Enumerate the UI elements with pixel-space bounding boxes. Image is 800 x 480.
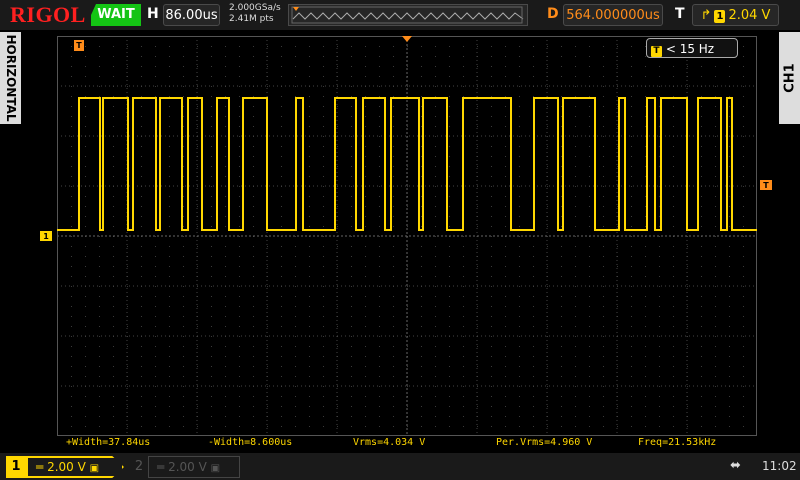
trigger-settings[interactable]: ↱ 1 2.04 V — [692, 4, 779, 26]
sample-rate: 2.000GSa/s — [229, 3, 281, 13]
ch1-offset-marker-icon[interactable]: 1 — [40, 231, 52, 241]
frequency-counter[interactable]: T < 15 Hz — [646, 38, 738, 58]
channel-tab-label: CH1 — [782, 63, 797, 93]
trigger-level: 2.04 V — [728, 8, 771, 23]
trigger-icon: T — [651, 46, 662, 57]
horizontal-menu-tab[interactable]: HORIZONTAL — [0, 32, 21, 124]
ch2-scale[interactable]: ═ 2.00 V ▣ — [148, 456, 240, 478]
measurement-vrms: Vrms=4.034 V — [353, 437, 426, 448]
acquisition-status[interactable]: WAIT — [91, 4, 141, 26]
brand-logo: RIGOL — [10, 2, 86, 27]
overview-trigger-icon — [293, 7, 299, 11]
trigger-source: 1 — [714, 10, 726, 23]
waveform-overview-icon — [291, 6, 524, 24]
waveform-display[interactable] — [57, 36, 757, 436]
ch2-scale-value: 2.00 V — [168, 460, 207, 474]
timebase-value[interactable]: 86.00us — [163, 4, 220, 26]
measurement-freq: Freq=21.53kHz — [638, 437, 717, 448]
delay-value[interactable]: 564.000000us — [563, 4, 663, 26]
trigger-label: T — [675, 6, 685, 22]
sample-info: 2.000GSa/s 2.41M pts — [229, 3, 281, 25]
frequency-counter-value: < 15 Hz — [665, 42, 715, 56]
measurement-per-vrms: Per.Vrms=4.960 V — [496, 437, 593, 448]
ch1-scale[interactable]: ═ 2.00 V ▣ — [26, 456, 124, 478]
ch1-indicator[interactable]: 1 — [6, 456, 26, 478]
ch1-scale-value: 2.00 V — [47, 460, 86, 474]
ch2-indicator[interactable]: 2 — [130, 456, 148, 478]
system-clock: 11:02 — [762, 459, 797, 473]
memory-depth: 2.41M pts — [229, 14, 274, 24]
trigger-time-marker-icon: T — [74, 40, 84, 51]
trigger-level-marker-icon[interactable]: T — [760, 180, 772, 190]
memory-overview[interactable] — [288, 4, 528, 26]
channel-menu-tab[interactable]: CH1 — [779, 32, 800, 124]
measurement-pos-width: +Width=37.84us — [66, 437, 151, 448]
ch1-bw-icon: ▣ — [89, 463, 100, 474]
ch2-coupling-icon: ═ — [157, 460, 165, 474]
dc-coupling-icon: ═ — [36, 460, 44, 474]
horizontal-tab-label: HORIZONTAL — [3, 34, 18, 122]
measurement-neg-width: -Width=8.600us — [208, 437, 293, 448]
rising-edge-icon: ↱ — [700, 8, 712, 23]
delay-label: D — [547, 6, 559, 22]
usb-icon: ⬌ — [730, 458, 741, 473]
ch2-bw-icon: ▣ — [210, 463, 221, 474]
horizontal-label: H — [147, 6, 159, 22]
